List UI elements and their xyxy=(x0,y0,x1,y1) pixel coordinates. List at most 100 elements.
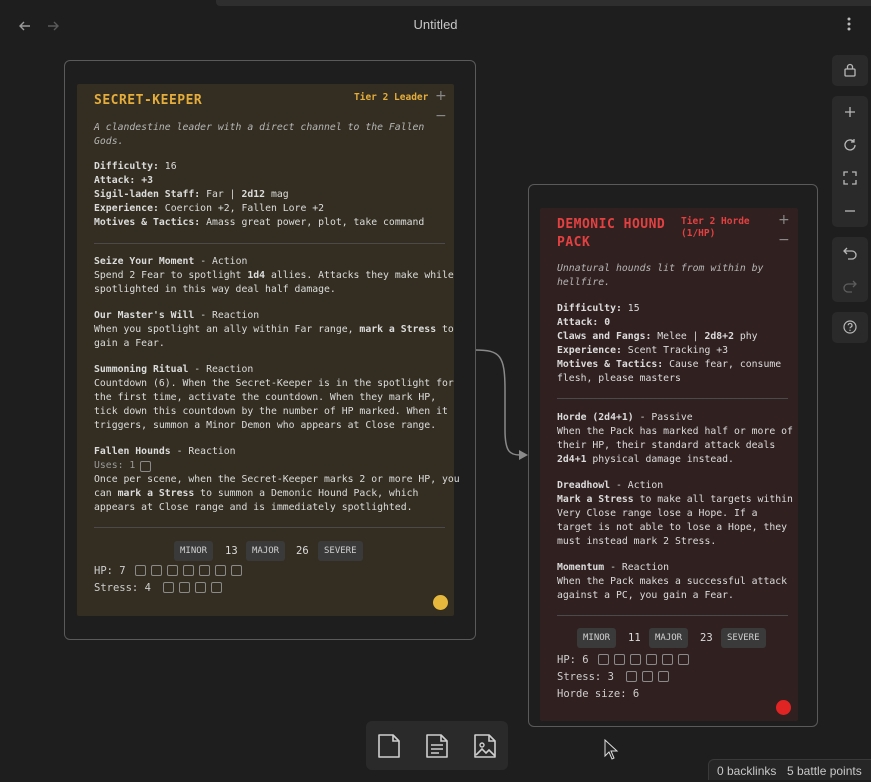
divider xyxy=(557,615,788,616)
stat-value: 16 xyxy=(164,161,177,172)
hp-checkbox[interactable] xyxy=(183,565,194,576)
feature-title: Our Master's Will - Reaction xyxy=(94,309,259,323)
more-options-button[interactable] xyxy=(838,14,860,38)
reset-zoom-icon xyxy=(844,139,856,151)
stat-value: Cause fear, consume xyxy=(669,359,782,370)
feature-text-bold: 2d4+1 xyxy=(557,454,587,465)
feature-title: Momentum - Reaction xyxy=(557,561,669,575)
new-note-button[interactable] xyxy=(423,731,451,761)
undo-button[interactable] xyxy=(832,238,868,268)
feature-title: Dreadhowl - Action xyxy=(557,479,663,493)
weapon-range: Melee | xyxy=(657,331,699,342)
hp-checkbox[interactable] xyxy=(598,654,609,665)
adversary-card-demonic-hound-pack: DEMONIC HOUND PACK Tier 2 Horde (1/HP) +… xyxy=(540,208,798,721)
weapon-type: mag xyxy=(270,189,289,200)
feature-text: tick down this countdown by the number o… xyxy=(94,406,448,417)
feature-text: Countdown (6). When the Secret-Keeper is… xyxy=(94,378,454,389)
hp-checkbox[interactable] xyxy=(646,654,657,665)
stress-checkbox[interactable] xyxy=(211,582,222,593)
fit-screen-button[interactable] xyxy=(832,163,868,193)
hp-checkbox[interactable] xyxy=(678,654,689,665)
uses-label: Uses: 1 xyxy=(94,460,136,471)
feature-text: triggers, summon a Minor Demon who appea… xyxy=(94,420,437,431)
history-toolbar xyxy=(832,237,868,302)
stress-checkbox[interactable] xyxy=(163,582,174,593)
uses-checkbox[interactable] xyxy=(140,461,151,472)
minor-threshold-button[interactable]: MINOR xyxy=(577,628,617,648)
plus-icon[interactable]: + xyxy=(778,213,790,227)
major-threshold-button[interactable]: MAJOR xyxy=(649,628,689,648)
color-indicator[interactable] xyxy=(433,595,448,610)
stat-value: Coercion +2, Fallen Lore +2 xyxy=(164,203,325,214)
hp-checkbox[interactable] xyxy=(215,565,226,576)
stat-value: +3 xyxy=(141,175,153,186)
reset-zoom-button[interactable] xyxy=(832,130,868,160)
mark-stress-action[interactable]: Mark a Stress xyxy=(557,494,634,505)
feature-title: Seize Your Moment - Action xyxy=(94,255,247,269)
weapon-type: phy xyxy=(739,331,758,342)
feature-text: must instead mark 2 Stress. xyxy=(557,536,717,547)
stress-checkbox[interactable] xyxy=(658,671,669,682)
zoom-in-button[interactable] xyxy=(832,97,868,127)
feature-name: Fallen Hounds xyxy=(94,446,171,457)
color-indicator[interactable] xyxy=(776,700,791,715)
feature-text-run: physical damage instead. xyxy=(586,454,734,465)
new-card-button[interactable] xyxy=(375,731,403,761)
mark-stress-action[interactable]: mark a Stress xyxy=(359,324,436,335)
stat-motives: Motives & Tactics: Amass great power, pl… xyxy=(94,216,424,230)
redo-button[interactable] xyxy=(832,271,868,301)
lock-icon xyxy=(844,63,856,77)
feature-text: appears at Close range and is immediatel… xyxy=(94,502,413,513)
hp-checkbox[interactable] xyxy=(135,565,146,576)
feature-name: Our Master's Will xyxy=(94,310,195,321)
window-top-strip xyxy=(0,0,871,6)
lock-button[interactable] xyxy=(832,55,868,85)
stress-label: Stress: 4 xyxy=(94,582,151,594)
weapon-damage: 2d12 xyxy=(241,189,266,200)
stress-checkbox[interactable] xyxy=(626,671,637,682)
weapon-damage: 2d8+2 xyxy=(704,331,734,342)
major-threshold-button[interactable]: MAJOR xyxy=(246,541,286,561)
feature-text: their HP, their standard attack deals xyxy=(557,440,776,451)
plus-icon[interactable]: + xyxy=(435,89,447,103)
feature-text-run: Spend 2 Fear to spotlight xyxy=(94,270,248,281)
canvas-node-secret-keeper[interactable]: SECRET-KEEPER Tier 2 Leader + − A clande… xyxy=(64,60,476,640)
stat-attack: Attack: 0 xyxy=(557,316,610,330)
help-button[interactable] xyxy=(832,312,868,342)
feature-text: When the Pack makes a successful attack xyxy=(557,576,788,587)
feature-title: Horde (2d4+1) - Passive xyxy=(557,411,693,425)
hp-checkbox[interactable] xyxy=(199,565,210,576)
stat-value: 15 xyxy=(627,303,640,314)
stress-checkbox[interactable] xyxy=(179,582,190,593)
canvas-node-demonic-hound-pack[interactable]: DEMONIC HOUND PACK Tier 2 Horde (1/HP) +… xyxy=(528,184,818,727)
feature-name: Seize Your Moment xyxy=(94,256,195,267)
feature-name: Momentum xyxy=(557,562,605,573)
new-media-button[interactable] xyxy=(471,731,499,761)
stat-label: Motives & Tactics: xyxy=(94,217,201,228)
stat-motives-cont: flesh, please masters xyxy=(557,373,681,384)
stat-label: Experience: xyxy=(94,203,159,214)
minus-icon[interactable]: − xyxy=(778,233,790,247)
stat-label: Claws and Fangs: xyxy=(557,331,652,342)
stress-checkbox[interactable] xyxy=(195,582,206,593)
hp-checkbox[interactable] xyxy=(231,565,242,576)
hp-checkbox[interactable] xyxy=(151,565,162,576)
hp-checkbox[interactable] xyxy=(614,654,625,665)
help-icon xyxy=(843,320,857,334)
zoom-out-button[interactable] xyxy=(832,196,868,226)
stat-value: Scent Tracking +3 xyxy=(627,345,729,356)
feature-type: - Reaction xyxy=(194,364,254,375)
hp-checkbox[interactable] xyxy=(167,565,178,576)
mark-stress-action[interactable]: mark a Stress xyxy=(118,488,195,499)
minus-icon[interactable]: − xyxy=(435,109,447,123)
stress-checkbox[interactable] xyxy=(642,671,653,682)
weapon-range: Far | xyxy=(206,189,236,200)
hp-checkbox[interactable] xyxy=(662,654,673,665)
hp-checkbox[interactable] xyxy=(630,654,641,665)
stat-label: Attack: xyxy=(94,175,136,186)
severe-threshold-button[interactable]: SEVERE xyxy=(318,541,363,561)
lock-toolbar xyxy=(832,55,868,86)
help-toolbar xyxy=(832,312,868,343)
severe-threshold-button[interactable]: SEVERE xyxy=(721,628,766,648)
minor-threshold-button[interactable]: MINOR xyxy=(174,541,214,561)
